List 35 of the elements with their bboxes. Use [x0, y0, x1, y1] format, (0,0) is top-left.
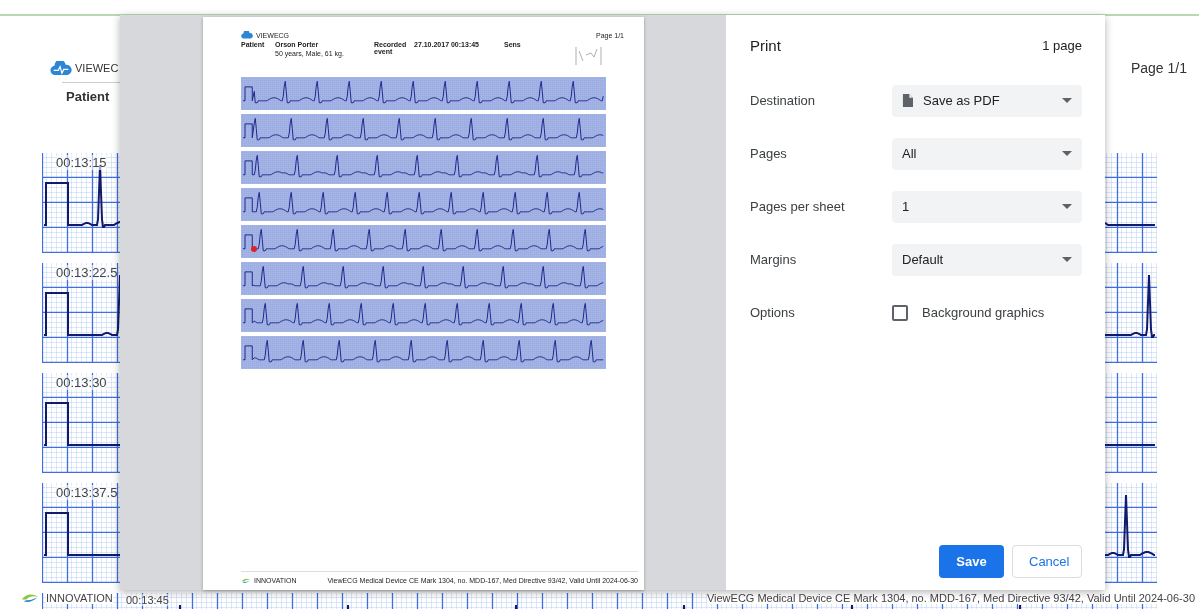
page-count: 1 page — [1042, 38, 1082, 53]
time-label: 00:13:30 — [56, 375, 107, 390]
document-icon — [902, 94, 913, 107]
time-label: 00:13:37.5 — [56, 485, 118, 500]
dropdown-arrow-icon — [1062, 98, 1072, 103]
dropdown[interactable]: Save as PDF — [892, 84, 1082, 117]
setting-label: Pages — [750, 146, 788, 161]
checkbox[interactable] — [892, 304, 908, 321]
checkbox-label: Background graphics — [922, 305, 1045, 320]
dropdown[interactable]: All — [892, 137, 1082, 170]
dialog-title: Print — [750, 37, 781, 54]
innovation-logo-icon — [20, 592, 40, 604]
footer-certification: ViewECG Medical Device CE Mark 1304, no. MDD-167, Med Directive 93/42, Valid Until 2024-06-30 — [706, 592, 1195, 604]
setting-label: Options — [750, 305, 796, 320]
logo-text: VIEWEC — [75, 62, 119, 74]
dropdown-arrow-icon — [1062, 257, 1072, 262]
cloud-logo-icon — [241, 31, 253, 39]
time-label: 00:13:15 — [56, 155, 107, 170]
patient-label: Patient — [66, 89, 110, 104]
cancel-button[interactable]: Cancel — [1012, 545, 1082, 578]
save-button[interactable]: Save — [939, 545, 1004, 578]
footer-brand: INNOVATION — [46, 592, 113, 604]
setting-label: Pages per sheet — [750, 199, 846, 214]
signature-drawing — [574, 45, 604, 67]
dropdown-arrow-icon — [1062, 204, 1072, 209]
time-label: 00:13:45 — [126, 594, 169, 606]
dropdown[interactable]: 1 — [892, 190, 1082, 223]
innovation-logo-icon — [241, 577, 251, 584]
page-number: Page 1/1 — [1130, 60, 1187, 76]
cloud-logo-icon — [50, 60, 72, 76]
setting-label: Destination — [750, 93, 817, 108]
dropdown[interactable]: Default — [892, 243, 1082, 276]
dropdown-arrow-icon — [1062, 151, 1072, 156]
setting-label: Margins — [750, 252, 798, 267]
time-label: 00:13:22.5 — [56, 265, 118, 280]
